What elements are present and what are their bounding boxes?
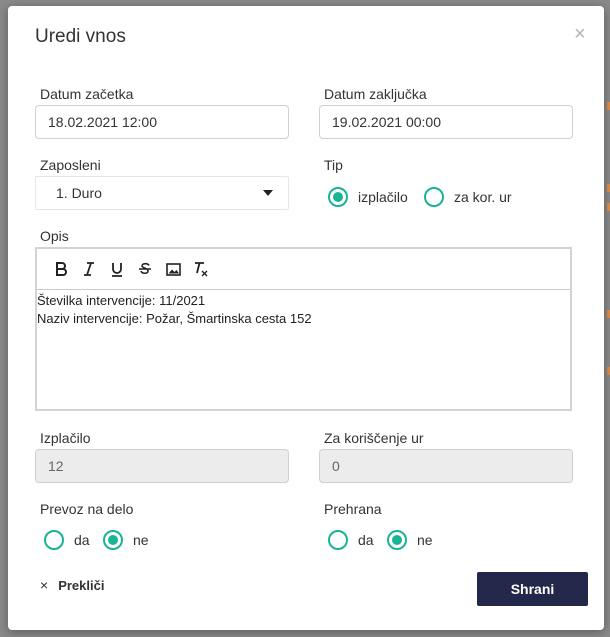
cancel-button-label: Prekliči (58, 577, 105, 593)
meals-radio-yes-label: da (358, 532, 374, 548)
radio-checked-icon (328, 187, 348, 207)
meals-radio-no[interactable]: ne (387, 530, 433, 550)
paid-input: 12 (35, 449, 289, 483)
meals-label: Prehrana (324, 501, 382, 517)
dialog-title: Uredi vnos (35, 26, 126, 47)
start-date-label: Datum začetka (40, 86, 134, 102)
radio-unchecked-icon (328, 530, 348, 550)
cancel-button[interactable]: × Prekliči (40, 577, 104, 593)
strikethrough-icon[interactable] (135, 259, 155, 279)
employee-selected-value: 1. Duro (56, 185, 102, 201)
edit-entry-dialog: Uredi vnos × Datum začetka 18.02.2021 12… (8, 6, 604, 630)
close-icon: × (40, 577, 49, 593)
bold-icon[interactable] (51, 259, 71, 279)
hours-use-label: Za koriščenje ur (324, 430, 424, 446)
employee-label: Zaposleni (40, 157, 101, 173)
description-label: Opis (40, 228, 69, 244)
type-radio-paid-label: izplačilo (358, 189, 408, 205)
meals-radio-no-label: ne (417, 532, 433, 548)
radio-unchecked-icon (424, 187, 444, 207)
end-date-input[interactable]: 19.02.2021 00:00 (319, 105, 573, 139)
meals-radio-yes[interactable]: da (328, 530, 374, 550)
editor-content[interactable]: Številka intervencije: 11/2021 Naziv int… (37, 290, 570, 328)
type-radio-hours[interactable]: za kor. ur (424, 187, 512, 207)
type-radio-paid[interactable]: izplačilo (328, 187, 408, 207)
end-date-label: Datum zaključka (324, 86, 427, 102)
transport-radio-yes[interactable]: da (44, 530, 90, 550)
close-icon[interactable]: × (574, 24, 586, 44)
italic-icon[interactable] (79, 259, 99, 279)
paid-label: Izplačilo (40, 430, 91, 446)
description-line: Številka intervencije: 11/2021 (37, 293, 206, 308)
transport-label: Prevoz na delo (40, 501, 134, 517)
image-icon[interactable] (163, 259, 183, 279)
description-editor[interactable]: Številka intervencije: 11/2021 Naziv int… (35, 247, 572, 411)
radio-checked-icon (387, 530, 407, 550)
save-button[interactable]: Shrani (477, 572, 588, 606)
transport-radio-yes-label: da (74, 532, 90, 548)
clear-format-icon[interactable] (191, 259, 211, 279)
description-line: Naziv intervencije: Požar, Šmartinska ce… (37, 311, 312, 326)
chevron-down-icon (263, 190, 273, 196)
employee-select[interactable]: 1. Duro (35, 176, 289, 210)
hours-use-input: 0 (319, 449, 573, 483)
editor-toolbar (37, 249, 570, 290)
type-label: Tip (324, 157, 343, 173)
transport-radio-no[interactable]: ne (103, 530, 149, 550)
start-date-input[interactable]: 18.02.2021 12:00 (35, 105, 289, 139)
radio-checked-icon (103, 530, 123, 550)
transport-radio-no-label: ne (133, 532, 149, 548)
radio-unchecked-icon (44, 530, 64, 550)
underline-icon[interactable] (107, 259, 127, 279)
type-radio-hours-label: za kor. ur (454, 189, 512, 205)
